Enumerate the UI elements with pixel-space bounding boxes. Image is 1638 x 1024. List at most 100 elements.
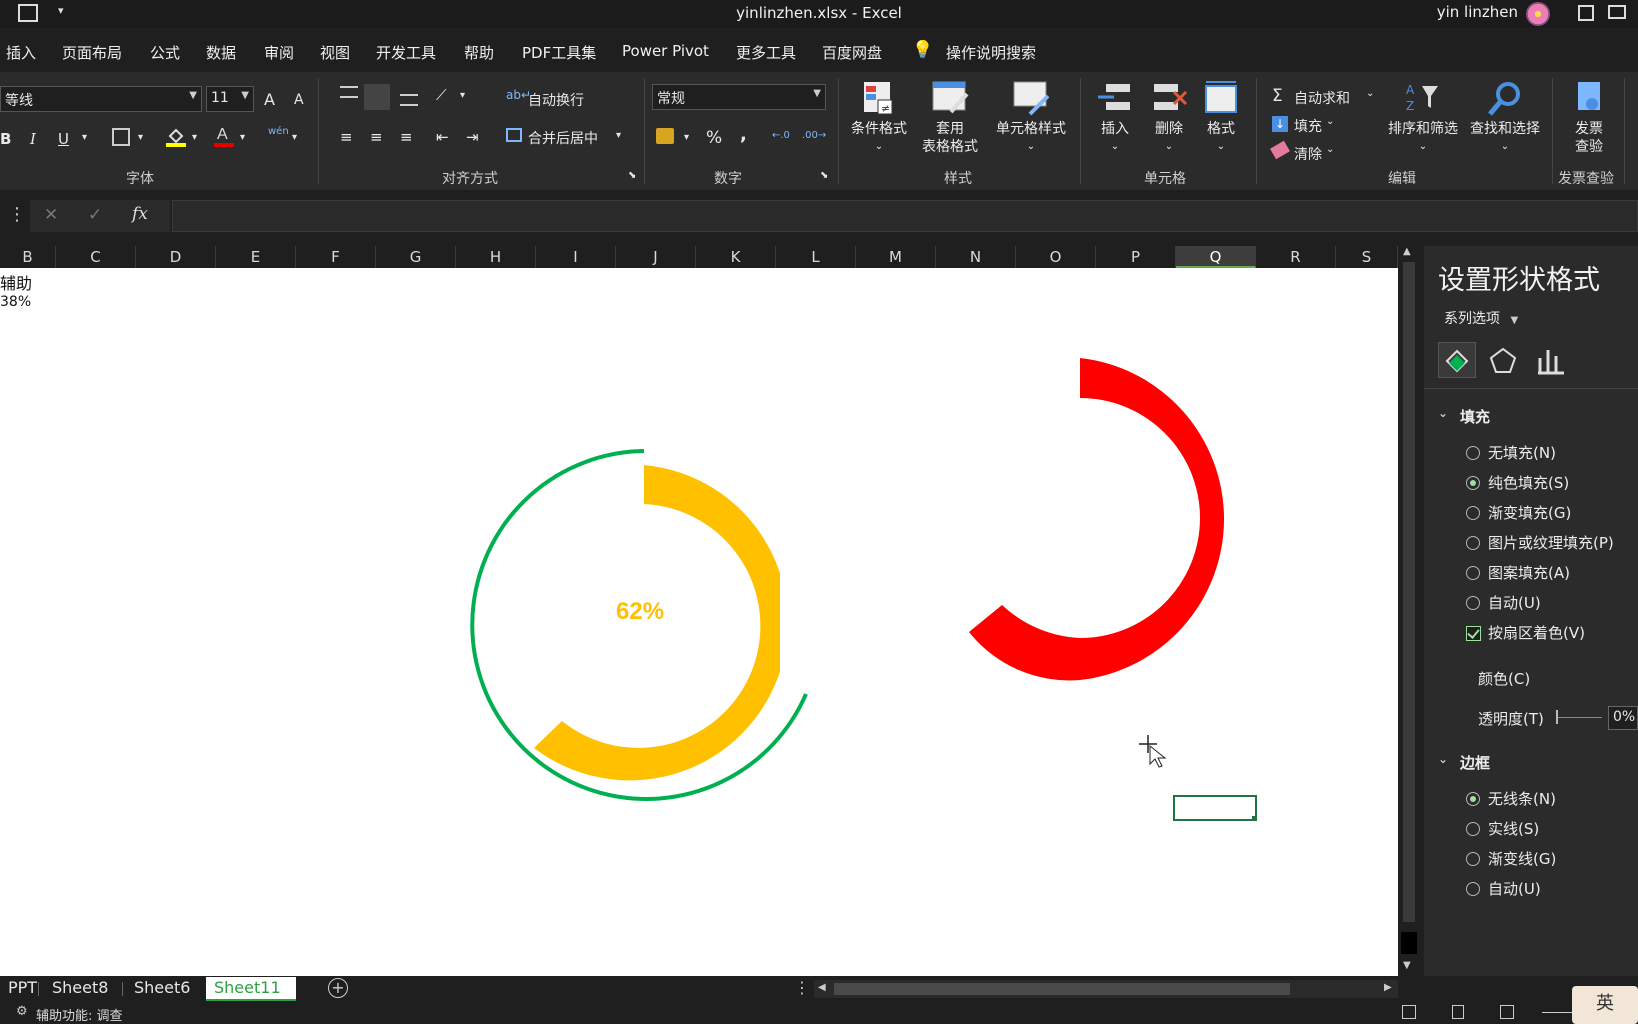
radio-auto-fill[interactable] <box>1466 596 1480 610</box>
red-arc[interactable] <box>969 358 1225 681</box>
radio-solid-line-label[interactable]: 实线(S) <box>1488 818 1539 839</box>
column-header-n[interactable]: N <box>936 246 1016 268</box>
tab-power-pivot[interactable]: Power Pivot <box>622 42 709 60</box>
radio-pattern-fill[interactable] <box>1466 566 1480 580</box>
dialog-launcher-icon[interactable]: ⬊ <box>628 170 636 181</box>
transparency-input[interactable]: 0% <box>1608 706 1638 730</box>
scroll-right-icon[interactable]: ▶ <box>1384 982 1392 993</box>
insert-cells-button[interactable]: 插入 ⌄ <box>1090 80 1140 156</box>
tell-me-search[interactable]: 操作说明搜索 <box>946 42 1036 63</box>
radio-no-fill[interactable] <box>1466 446 1480 460</box>
column-header-p[interactable]: P <box>1096 246 1176 268</box>
sheet-tab-sheet11[interactable]: Sheet11 <box>206 977 296 1001</box>
radio-auto-fill-label[interactable]: 自动(U) <box>1488 592 1541 613</box>
chevron-down-icon[interactable]: ⌄ <box>1326 144 1334 155</box>
italic-button[interactable]: I <box>30 130 36 148</box>
column-header-l[interactable]: L <box>776 246 856 268</box>
fill-section-header[interactable]: 填充 <box>1460 406 1490 427</box>
fill-color-icon[interactable] <box>166 126 186 147</box>
horizontal-scrollbar[interactable]: ◀ ▶ <box>814 980 1398 998</box>
radio-pattern-fill-label[interactable]: 图案填充(A) <box>1488 562 1570 583</box>
column-header-k[interactable]: K <box>696 246 776 268</box>
column-header-r[interactable]: R <box>1256 246 1336 268</box>
scrollbar-thumb[interactable] <box>1403 262 1415 922</box>
dialog-launcher-icon[interactable]: ⬊ <box>820 170 828 181</box>
doughnut-chart-red[interactable] <box>969 358 1225 681</box>
radio-auto-line-label[interactable]: 自动(U) <box>1488 878 1541 899</box>
radio-gradient-line[interactable] <box>1466 852 1480 866</box>
transparency-slider-track[interactable] <box>1558 717 1602 718</box>
avatar[interactable] <box>1526 2 1550 26</box>
font-name-select[interactable]: 等线 ▼ <box>0 86 202 112</box>
tab-pdf-tools[interactable]: PDF工具集 <box>522 42 596 63</box>
radio-no-line[interactable] <box>1466 792 1480 806</box>
tab-page-layout[interactable]: 页面布局 <box>62 42 122 63</box>
column-header-h[interactable]: H <box>456 246 536 268</box>
column-header-m[interactable]: M <box>856 246 936 268</box>
fill-line-tab[interactable] <box>1438 342 1476 378</box>
page-layout-view-icon[interactable] <box>1452 1005 1464 1019</box>
radio-picture-fill-label[interactable]: 图片或纹理填充(P) <box>1488 532 1614 553</box>
radio-solid-fill[interactable] <box>1466 476 1480 490</box>
vertical-scrollbar[interactable]: ▲ ▼ <box>1400 246 1418 976</box>
radio-solid-fill-label[interactable]: 纯色填充(S) <box>1488 472 1569 493</box>
percent-button[interactable]: % <box>706 128 722 148</box>
chevron-down-icon[interactable]: ▾ <box>460 90 465 101</box>
radio-gradient-line-label[interactable]: 渐变线(G) <box>1488 848 1556 869</box>
normal-view-icon[interactable] <box>1402 1005 1416 1019</box>
orientation-icon[interactable]: ⟋ <box>436 86 447 104</box>
tab-view[interactable]: 视图 <box>320 42 350 63</box>
enter-icon[interactable]: ✓ <box>88 205 102 225</box>
align-bottom-icon[interactable] <box>400 94 418 106</box>
tab-formulas[interactable]: 公式 <box>150 42 180 63</box>
chevron-down-icon[interactable]: ▾ <box>292 132 297 143</box>
cancel-icon[interactable]: ✕ <box>44 205 58 225</box>
chevron-down-icon[interactable]: ⌄ <box>1326 116 1334 127</box>
font-size-select[interactable]: 11 ▼ <box>206 86 254 112</box>
eraser-icon[interactable] <box>1270 140 1290 160</box>
ime-indicator[interactable]: 英 <box>1572 986 1638 1024</box>
decrease-indent-icon[interactable]: ⇤ <box>436 128 449 146</box>
chevron-down-icon[interactable]: ▾ <box>82 132 87 143</box>
sort-filter-button[interactable]: AZ 排序和筛选 ⌄ <box>1384 80 1462 156</box>
align-middle-icon[interactable] <box>364 84 390 110</box>
wrap-text-button[interactable]: 自动换行 <box>528 90 584 110</box>
decrease-decimal-icon[interactable]: .00→ <box>802 130 826 141</box>
align-top-icon[interactable] <box>340 86 358 98</box>
accessibility-status[interactable]: 辅助功能: 调查 <box>36 1005 123 1024</box>
shrink-font-icon[interactable]: A <box>294 92 304 108</box>
scroll-down-icon[interactable]: ▼ <box>1403 960 1411 971</box>
fill-handle[interactable] <box>1252 816 1257 821</box>
column-header-g[interactable]: G <box>376 246 456 268</box>
scroll-left-icon[interactable]: ◀ <box>818 982 826 993</box>
column-header-e[interactable]: E <box>216 246 296 268</box>
radio-gradient-fill[interactable] <box>1466 506 1480 520</box>
phonetic-icon[interactable]: wén <box>268 126 289 137</box>
vary-colors-label[interactable]: 按扇区着色(V) <box>1488 622 1585 643</box>
column-header-o[interactable]: O <box>1016 246 1096 268</box>
selected-cell[interactable] <box>1173 795 1257 821</box>
scrollbar-thumb[interactable] <box>834 983 1290 995</box>
align-right-icon[interactable]: ≡ <box>400 128 413 146</box>
chevron-down-icon[interactable]: ⌄ <box>1438 406 1448 420</box>
chevron-down-icon[interactable]: ▾ <box>616 130 621 141</box>
series-options-tab[interactable] <box>1536 346 1566 376</box>
insert-function-icon[interactable]: fx <box>132 204 148 224</box>
worksheet-grid[interactable]: 辅助 38% 62% <box>0 268 1398 976</box>
increase-indent-icon[interactable]: ⇥ <box>466 128 479 146</box>
bold-button[interactable]: B <box>0 130 11 148</box>
page-break-view-icon[interactable] <box>1500 1005 1514 1019</box>
cell-styles-button[interactable]: 单元格样式 ⌄ <box>990 80 1072 156</box>
underline-button[interactable]: U <box>58 130 69 148</box>
find-select-button[interactable]: 查找和选择 ⌄ <box>1464 80 1546 156</box>
vary-colors-checkbox[interactable] <box>1466 626 1481 641</box>
column-header-c[interactable]: C <box>56 246 136 268</box>
autosum-icon[interactable]: Σ <box>1272 86 1283 106</box>
more-options-icon[interactable]: ⋮ <box>8 204 26 225</box>
align-left-icon[interactable]: ≡ <box>340 128 353 146</box>
format-as-table-button[interactable]: 套用 表格格式 <box>914 80 986 156</box>
column-header-f[interactable]: F <box>296 246 376 268</box>
autosum-button[interactable]: 自动求和 <box>1294 88 1350 108</box>
column-header-s[interactable]: S <box>1336 246 1398 268</box>
accounting-format-icon[interactable] <box>656 128 674 144</box>
